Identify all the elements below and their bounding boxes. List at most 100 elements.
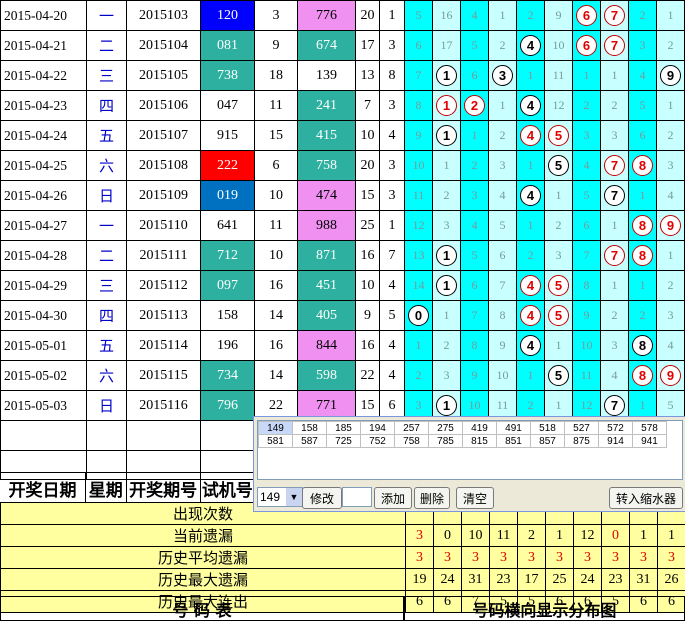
combo-number[interactable]: 857 (530, 434, 565, 448)
combo-number[interactable]: 194 (360, 421, 395, 435)
hit-ball: 1 (436, 125, 457, 146)
stat-value: 1 (545, 524, 574, 547)
dist-cell: 1 (516, 210, 545, 241)
combo-number[interactable]: 815 (462, 434, 497, 448)
dist-cell: 5 (628, 90, 657, 121)
row-test-number: 019 (200, 180, 255, 211)
chevron-down-icon[interactable]: ▼ (286, 488, 302, 506)
hit-ball: 4 (520, 275, 541, 296)
dist-cell: 2 (544, 210, 573, 241)
row-sum: 17 (355, 30, 380, 61)
hit-ball: 5 (548, 305, 569, 326)
hit-ball: 1 (436, 395, 457, 416)
combo-number[interactable]: 758 (394, 434, 429, 448)
row-test-sum: 18 (254, 60, 298, 91)
hit-ball: 9 (660, 365, 681, 386)
row-test-sum: 11 (254, 210, 298, 241)
draw-row: 2015-04-29 三 2015112 097 16 451 10 4 14 1 6 7 4 5 8 1 1 2 (0, 270, 685, 301)
combo-number[interactable]: 275 (428, 421, 463, 435)
modify-button[interactable]: 修改 (302, 487, 342, 509)
row-winning-number: 139 (297, 60, 356, 91)
delete-button[interactable]: 删除 (414, 487, 450, 509)
dist-cell: 8 (628, 360, 657, 391)
row-winning-number: 844 (297, 330, 356, 361)
combo-number[interactable]: 578 (632, 421, 667, 435)
combo-number[interactable]: 875 (564, 434, 599, 448)
row-issue: 2015115 (126, 360, 201, 391)
dist-cell: 1 (432, 300, 461, 331)
dist-cell: 6 (572, 0, 601, 31)
combo-number[interactable]: 752 (360, 434, 395, 448)
row-span: 3 (379, 180, 405, 211)
dist-cell: 5 (460, 30, 489, 61)
hit-ball: 6 (576, 35, 597, 56)
header-test: 试机号 (201, 480, 253, 501)
row-week: 五 (86, 330, 127, 361)
row-winning-number: 758 (297, 150, 356, 181)
filter-button[interactable]: 转入缩水器 (609, 487, 683, 509)
stat-value: 24 (573, 568, 602, 591)
combo-number[interactable]: 725 (326, 434, 361, 448)
add-button[interactable]: 添加 (374, 487, 412, 509)
row-issue: 2015110 (126, 210, 201, 241)
dist-cell: 1 (544, 330, 573, 361)
combo-number[interactable]: 785 (428, 434, 463, 448)
stat-value: 12 (573, 524, 602, 547)
row-issue: 2015108 (126, 150, 201, 181)
row-issue: 2015109 (126, 180, 201, 211)
hit-ball: 1 (436, 275, 457, 296)
stat-label: 当前遗漏 (0, 524, 406, 547)
dist-cell: 4 (600, 360, 629, 391)
row-winning-number: 871 (297, 240, 356, 271)
empty-cell (200, 420, 255, 451)
stat-value: 3 (461, 546, 490, 569)
combo-number[interactable]: 257 (394, 421, 429, 435)
dist-cell: 7 (600, 30, 629, 61)
row-issue: 2015113 (126, 300, 201, 331)
stat-value: 31 (461, 568, 490, 591)
row-date: 2015-04-20 (0, 0, 87, 31)
dist-cell: 5 (544, 150, 573, 181)
row-date: 2015-04-21 (0, 30, 87, 61)
stat-value: 17 (517, 568, 546, 591)
number-input[interactable] (342, 487, 372, 507)
combo-number[interactable]: 527 (564, 421, 599, 435)
row-sum: 9 (355, 300, 380, 331)
dist-cell: 4 (516, 180, 545, 211)
dist-cell: 1 (404, 330, 433, 361)
clear-button[interactable]: 清空 (456, 487, 494, 509)
dist-cell: 4 (516, 300, 545, 331)
draw-table: 2015-04-20 一 2015103 120 3 776 20 1 5 16 4 1 2 9 6 7 2 1 2… (0, 0, 685, 480)
stat-value: 1 (657, 524, 685, 547)
combo-number[interactable]: 581 (258, 434, 293, 448)
combo-number[interactable]: 851 (496, 434, 531, 448)
dist-cell: 9 (656, 210, 685, 241)
combo-number[interactable]: 149 (258, 421, 293, 435)
combo-number[interactable]: 158 (292, 421, 327, 435)
dist-cell: 2 (404, 360, 433, 391)
dist-cell: 7 (488, 270, 517, 301)
combo-number[interactable]: 914 (598, 434, 633, 448)
header-week: 星期 (86, 473, 127, 503)
combo-number[interactable]: 572 (598, 421, 633, 435)
hit-ball: 7 (604, 245, 625, 266)
combo-number[interactable]: 185 (326, 421, 361, 435)
combo-number[interactable]: 491 (496, 421, 531, 435)
combo-list[interactable]: 149 158 185 194 257 275 419 491 518 527 572 578 581 5… (257, 420, 683, 480)
dist-cell: 1 (600, 210, 629, 241)
draw-row: 2015-04-20 一 2015103 120 3 776 20 1 5 16 4 1 2 9 6 7 2 1 (0, 0, 685, 31)
dist-cell: 7 (600, 0, 629, 31)
combo-number[interactable]: 419 (462, 421, 497, 435)
header-date: 开奖日期 (0, 473, 86, 503)
combo-number[interactable]: 518 (530, 421, 565, 435)
footer-right: 号码横向显示分布图 (403, 596, 685, 621)
combo-number[interactable]: 587 (292, 434, 327, 448)
draw-row: 2015-04-24 五 2015107 915 15 415 10 4 9 1 1 2 4 5 3 3 6 2 (0, 120, 685, 151)
combo-select[interactable]: 149 ▼ (257, 487, 303, 507)
combo-number[interactable]: 941 (632, 434, 667, 448)
dist-cell: 13 (404, 240, 433, 271)
dist-cell: 1 (628, 180, 657, 211)
row-span: 1 (379, 210, 405, 241)
stat-value: 3 (573, 546, 602, 569)
row-winning-number: 415 (297, 120, 356, 151)
